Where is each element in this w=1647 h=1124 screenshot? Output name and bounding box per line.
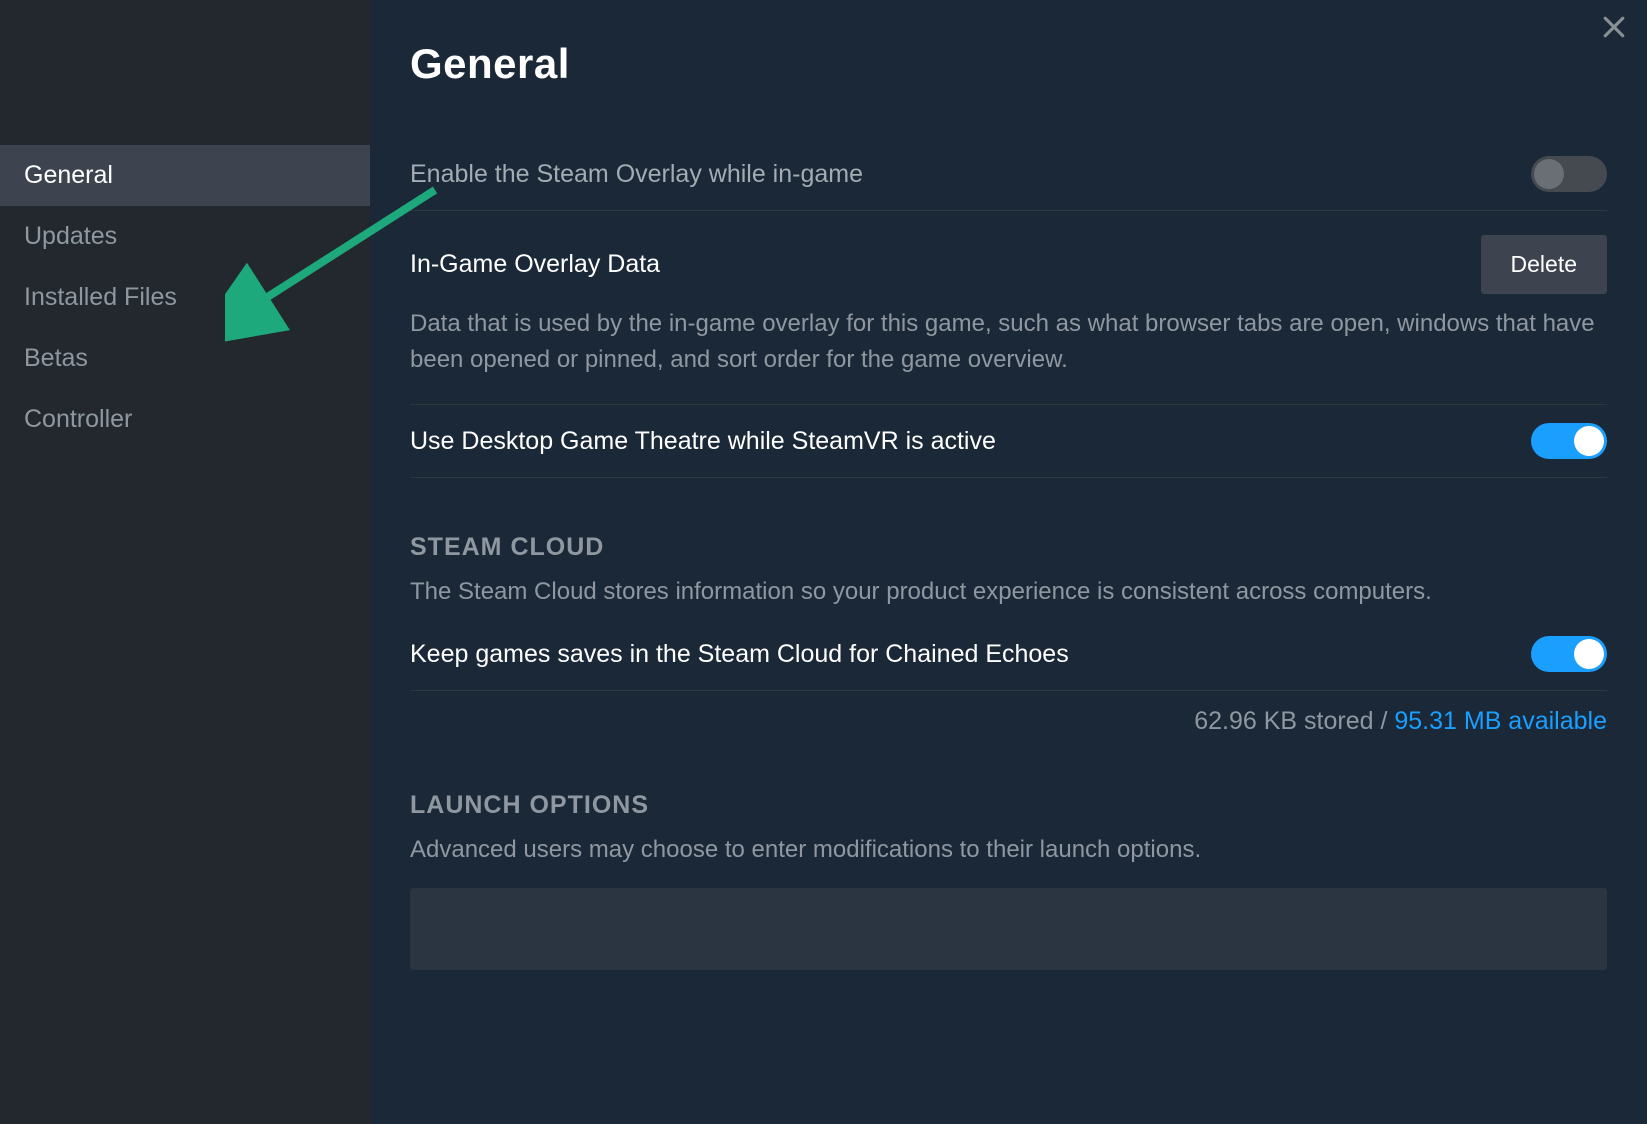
toggle-theatre[interactable] — [1531, 423, 1607, 459]
cloud-heading: STEAM CLOUD — [410, 533, 1607, 562]
page-title: General — [410, 40, 1607, 88]
cloud-desc: The Steam Cloud stores information so yo… — [410, 574, 1607, 610]
launch-options-input[interactable] — [410, 888, 1607, 970]
sidebar-item-installed-files[interactable]: Installed Files — [0, 267, 370, 328]
section-overlay-data: In-Game Overlay Data Delete Data that is… — [410, 211, 1607, 405]
section-launch-options: LAUNCH OPTIONS Advanced users may choose… — [410, 736, 1607, 978]
launch-desc: Advanced users may choose to enter modif… — [410, 832, 1607, 868]
overlay-data-desc: Data that is used by the in-game overlay… — [410, 306, 1607, 378]
sidebar-item-controller[interactable]: Controller — [0, 389, 370, 450]
sidebar: General Updates Installed Files Betas Co… — [0, 0, 370, 1124]
setting-label: Keep games saves in the Steam Cloud for … — [410, 640, 1069, 669]
close-icon[interactable] — [1599, 12, 1629, 42]
launch-heading: LAUNCH OPTIONS — [410, 791, 1607, 820]
setting-enable-overlay: Enable the Steam Overlay while in-game — [410, 138, 1607, 211]
setting-desktop-theatre: Use Desktop Game Theatre while SteamVR i… — [410, 405, 1607, 478]
storage-stored: 62.96 KB stored / — [1194, 707, 1394, 735]
sidebar-item-general[interactable]: General — [0, 145, 370, 206]
delete-button[interactable]: Delete — [1481, 235, 1607, 294]
storage-available: 95.31 MB available — [1394, 707, 1607, 735]
setting-label: Use Desktop Game Theatre while SteamVR i… — [410, 427, 996, 456]
setting-cloud-saves: Keep games saves in the Steam Cloud for … — [410, 618, 1607, 691]
main-panel: General Enable the Steam Overlay while i… — [370, 0, 1647, 1124]
overlay-data-heading: In-Game Overlay Data — [410, 250, 660, 279]
cloud-storage-info: 62.96 KB stored / 95.31 MB available — [410, 691, 1607, 736]
setting-label: Enable the Steam Overlay while in-game — [410, 160, 863, 189]
sidebar-item-updates[interactable]: Updates — [0, 206, 370, 267]
toggle-overlay[interactable] — [1531, 156, 1607, 192]
section-steam-cloud: STEAM CLOUD The Steam Cloud stores infor… — [410, 478, 1607, 618]
sidebar-item-betas[interactable]: Betas — [0, 328, 370, 389]
toggle-cloud-saves[interactable] — [1531, 636, 1607, 672]
